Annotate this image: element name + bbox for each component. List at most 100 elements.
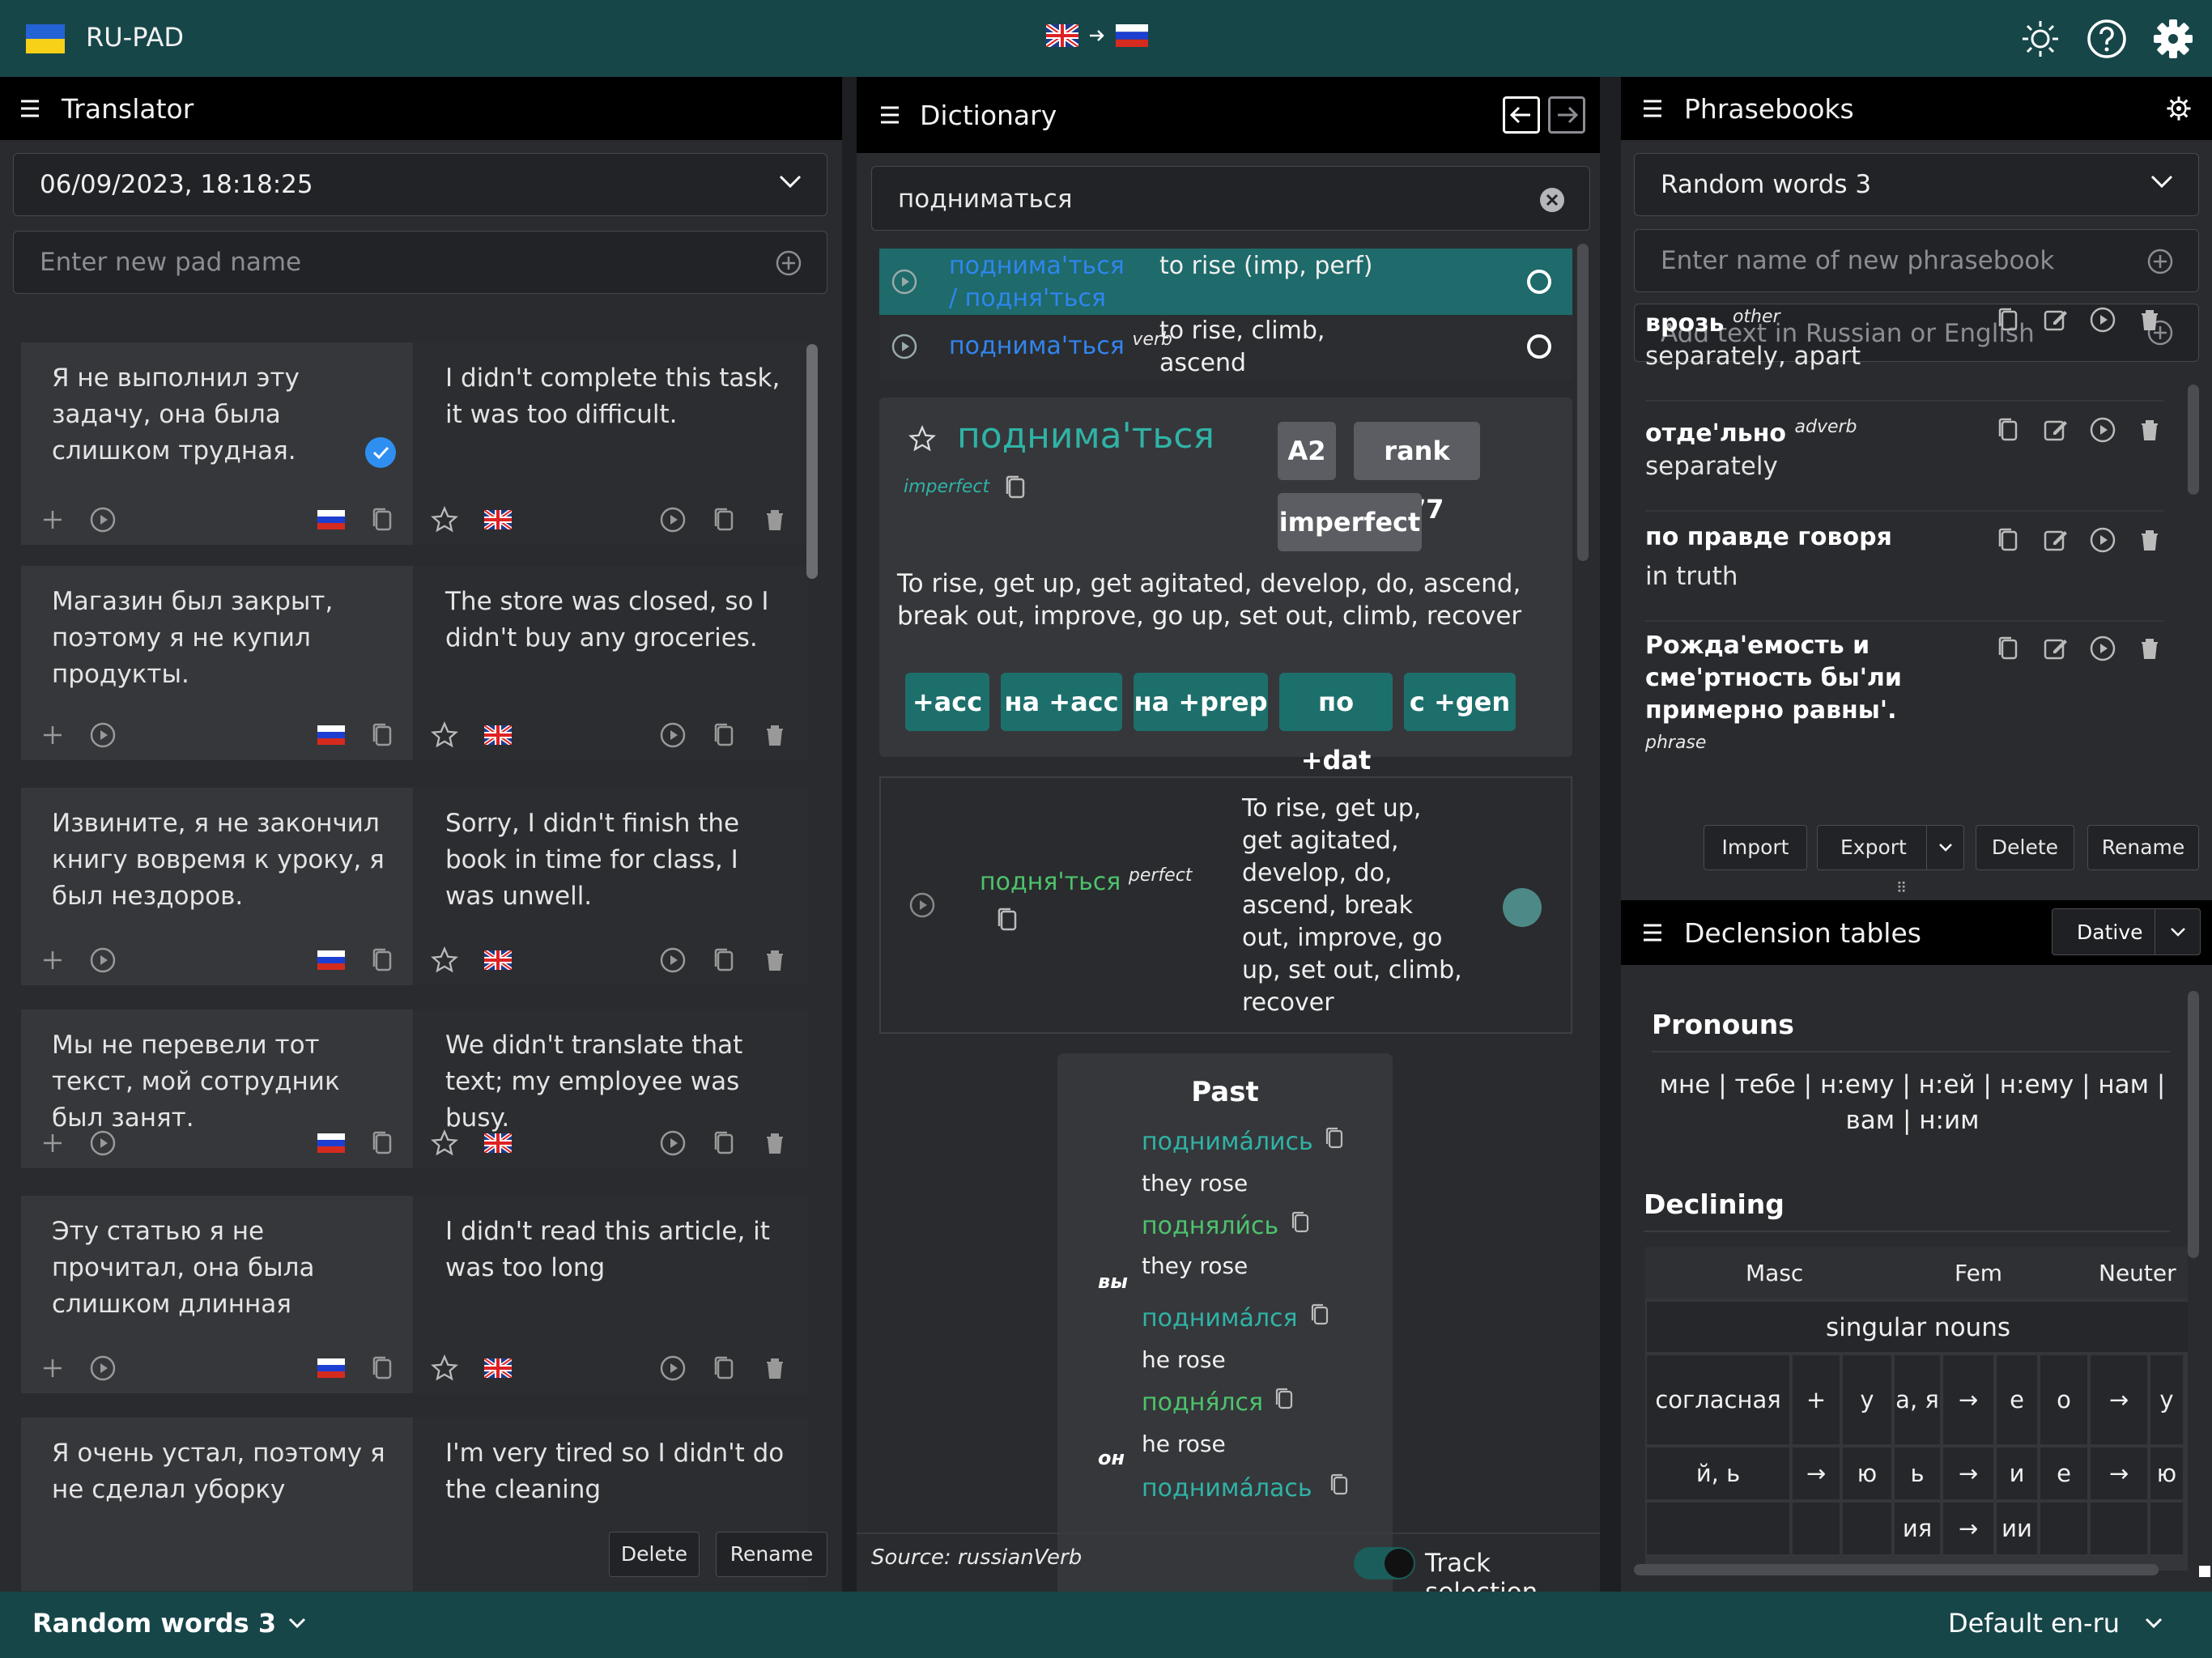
menu-icon[interactable] — [1642, 98, 1666, 119]
declension-hscrollbar[interactable] — [1634, 1564, 2159, 1575]
russian-text[interactable]: Извините, я не закончил книгу вовремя к … — [52, 806, 392, 915]
rename-pad-button[interactable]: Rename — [716, 1532, 827, 1577]
add-icon[interactable] — [39, 946, 66, 974]
checked-icon[interactable] — [364, 436, 397, 469]
forward-arrow-icon[interactable] — [1548, 96, 1585, 134]
governs-tag[interactable]: на +acc — [1001, 673, 1122, 731]
english-text[interactable]: I didn't read this article, it was too l… — [445, 1214, 793, 1286]
past-form[interactable]: поднима́лись — [1142, 1128, 1313, 1156]
copy-icon[interactable] — [1002, 474, 1030, 501]
menu-icon[interactable] — [879, 104, 904, 125]
case-select[interactable]: Dative — [2052, 908, 2201, 955]
uk-flag-icon[interactable] — [484, 510, 512, 529]
add-icon[interactable] — [39, 1354, 66, 1382]
add-icon[interactable] — [39, 721, 66, 749]
russia-flag-icon[interactable] — [317, 950, 345, 970]
trash-icon[interactable] — [761, 946, 789, 974]
phrasebook-settings-icon[interactable] — [2165, 95, 2193, 122]
panel-divider-right[interactable] — [1600, 77, 1621, 1592]
past-form[interactable]: подняли́сь — [1142, 1212, 1278, 1240]
help-icon[interactable] — [2084, 16, 2129, 62]
star-icon[interactable] — [908, 425, 936, 453]
add-icon[interactable] — [39, 506, 66, 534]
track-selection-toggle[interactable] — [1354, 1547, 1415, 1579]
menu-icon[interactable] — [19, 98, 44, 119]
edit-icon[interactable] — [2042, 416, 2069, 444]
play-icon[interactable] — [908, 891, 936, 919]
translation-card[interactable]: Я не выполнил эту задачу, она была слишк… — [21, 342, 808, 545]
play-icon[interactable] — [2089, 416, 2116, 444]
governs-tag[interactable]: с +gen — [1404, 673, 1516, 731]
copy-icon[interactable] — [1328, 1473, 1352, 1497]
play-icon[interactable] — [89, 1354, 117, 1382]
new-phrasebook-input[interactable]: Enter name of new phrasebook — [1634, 229, 2199, 292]
pad-select[interactable]: 06/09/2023, 18:18:25 — [13, 153, 827, 216]
declension-vscrollbar[interactable] — [2188, 991, 2199, 1258]
delete-phrasebook-button[interactable]: Delete — [1976, 825, 2074, 870]
play-icon[interactable] — [891, 268, 918, 295]
play-icon[interactable] — [659, 1354, 687, 1382]
import-button[interactable]: Import — [1704, 825, 1807, 870]
copy-icon[interactable] — [1289, 1210, 1313, 1235]
copy-icon[interactable] — [369, 1129, 397, 1157]
play-icon[interactable] — [89, 1129, 117, 1157]
settings-gear-icon[interactable] — [2150, 16, 2196, 62]
copy-icon[interactable] — [1995, 306, 2023, 334]
trash-icon[interactable] — [761, 721, 789, 749]
trash-icon[interactable] — [2136, 526, 2163, 554]
trash-icon[interactable] — [2136, 635, 2163, 662]
copy-icon[interactable] — [1308, 1303, 1333, 1327]
dictionary-search-input[interactable]: подниматься — [871, 166, 1590, 231]
russian-text[interactable]: Я очень устал, поэтому я не сделал уборк… — [52, 1435, 392, 1508]
play-icon[interactable] — [659, 946, 687, 974]
trash-icon[interactable] — [761, 506, 789, 534]
translation-card[interactable]: Мы не перевели тот текст, мой сотрудник … — [21, 1010, 808, 1168]
resize-handle[interactable]: ⠿ — [1896, 880, 1907, 897]
governs-tag[interactable]: по +dat — [1279, 673, 1393, 776]
russia-flag-icon[interactable] — [317, 510, 345, 529]
russia-flag-icon[interactable] — [317, 1133, 345, 1153]
copy-icon[interactable] — [1273, 1387, 1297, 1411]
play-icon[interactable] — [659, 1129, 687, 1157]
star-icon[interactable] — [431, 946, 458, 974]
trash-icon[interactable] — [2136, 416, 2163, 444]
menu-icon[interactable] — [1642, 922, 1666, 943]
copy-icon[interactable] — [1995, 635, 2023, 662]
add-icon[interactable] — [39, 1129, 66, 1157]
phrasebook-scrollbar[interactable] — [2188, 385, 2199, 495]
brightness-icon[interactable] — [2018, 16, 2063, 62]
play-icon[interactable] — [659, 506, 687, 534]
select-radio-icon[interactable] — [1525, 333, 1553, 360]
play-icon[interactable] — [2089, 306, 2116, 334]
english-text[interactable]: I'm very tired so I didn't do the cleani… — [445, 1435, 793, 1508]
governs-tag[interactable]: +acc — [905, 673, 989, 731]
panel-divider-left[interactable] — [842, 77, 857, 1592]
english-text[interactable]: The store was closed, so I didn't buy an… — [445, 584, 793, 657]
russian-text[interactable]: Эту статью я не прочитал, она была слишк… — [52, 1214, 392, 1323]
copy-icon[interactable] — [711, 721, 738, 749]
uk-flag-icon[interactable] — [484, 950, 512, 970]
star-icon[interactable] — [431, 1354, 458, 1382]
trash-icon[interactable] — [761, 1129, 789, 1157]
translation-card[interactable]: Магазин был закрыт, поэтому я не купил п… — [21, 566, 808, 760]
copy-icon[interactable] — [711, 946, 738, 974]
phrasebook-select[interactable]: Random words 3 — [1634, 153, 2199, 216]
copy-icon[interactable] — [369, 721, 397, 749]
trash-icon[interactable] — [2136, 306, 2163, 334]
translation-card[interactable]: Извините, я не закончил книгу вовремя к … — [21, 788, 808, 985]
english-text[interactable]: We didn't translate that text; my employ… — [445, 1027, 793, 1137]
play-icon[interactable] — [891, 333, 918, 360]
uk-flag-icon[interactable] — [484, 725, 512, 745]
phrasebook-entry[interactable]: по правде говоря in truth — [1645, 521, 2163, 625]
copy-icon[interactable] — [1995, 416, 2023, 444]
edit-icon[interactable] — [2042, 635, 2069, 662]
english-text[interactable]: I didn't complete this task, it was too … — [445, 360, 793, 433]
phrasebook-entry[interactable]: врозь other separately, apart — [1645, 301, 2163, 405]
export-dropdown-icon[interactable] — [1926, 826, 1963, 869]
pad-name-input[interactable]: Enter new pad name — [13, 231, 827, 294]
add-pad-icon[interactable] — [775, 249, 802, 277]
play-icon[interactable] — [89, 506, 117, 534]
star-icon[interactable] — [431, 506, 458, 534]
language-pair-toggle[interactable] — [1046, 24, 1148, 47]
russian-text[interactable]: Я не выполнил эту задачу, она была слишк… — [52, 360, 392, 470]
